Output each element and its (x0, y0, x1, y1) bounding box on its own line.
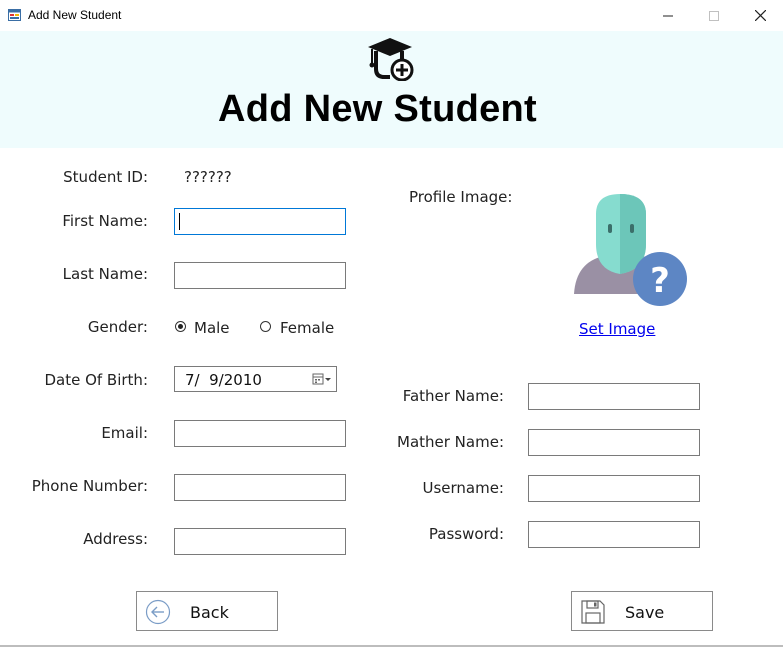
gender-female-label[interactable]: Female (280, 319, 334, 337)
back-button-label: Back (190, 603, 229, 622)
password-label: Password: (428, 525, 504, 543)
save-button[interactable]: Save (571, 591, 713, 631)
date-of-birth-picker[interactable]: 7/ 9/2010 (174, 366, 337, 392)
mother-name-input[interactable] (528, 429, 700, 456)
father-name-input[interactable] (528, 383, 700, 410)
maximize-button[interactable] (691, 0, 737, 31)
close-button[interactable] (737, 0, 783, 31)
gender-label: Gender: (87, 318, 148, 336)
gender-male-radio[interactable] (175, 321, 186, 332)
email-input[interactable] (174, 420, 346, 447)
address-input[interactable] (174, 528, 346, 555)
address-label: Address: (83, 530, 148, 548)
phone-number-input[interactable] (174, 474, 346, 501)
arrow-left-circle-icon (145, 599, 171, 625)
title-bar: Add New Student (0, 0, 783, 31)
close-icon (754, 9, 766, 22)
gender-female-radio[interactable] (260, 321, 271, 332)
page-title: Add New Student (217, 88, 538, 130)
password-input[interactable] (528, 521, 700, 548)
set-image-link[interactable]: Set Image (579, 320, 655, 338)
username-label: Username: (422, 479, 504, 497)
student-id-value: ?????? (184, 168, 232, 186)
save-button-label: Save (625, 603, 665, 622)
date-of-birth-value: 7/ 9/2010 (185, 371, 262, 389)
floppy-disk-icon (581, 600, 605, 624)
student-id-label: Student ID: (63, 168, 148, 186)
maximize-icon (709, 10, 719, 21)
phone-number-label: Phone Number: (31, 477, 148, 495)
date-of-birth-label: Date Of Birth: (44, 371, 148, 389)
gender-male-label[interactable]: Male (194, 319, 230, 337)
minimize-icon (663, 15, 673, 16)
calendar-dropdown-icon[interactable] (312, 373, 332, 385)
unknown-user-icon: ? (574, 194, 687, 306)
first-name-label: First Name: (62, 212, 148, 230)
mother-name-label: Mather Name: (397, 433, 504, 451)
form-app-icon (8, 9, 21, 21)
minimize-button[interactable] (645, 0, 691, 31)
first-name-input[interactable] (174, 208, 346, 235)
text-caret (179, 213, 180, 230)
back-button[interactable]: Back (136, 591, 278, 631)
father-name-label: Father Name: (402, 387, 504, 405)
last-name-input[interactable] (174, 262, 346, 289)
graduation-cap-add-icon (368, 38, 414, 81)
profile-image-label: Profile Image: (409, 188, 513, 206)
username-input[interactable] (528, 475, 700, 502)
email-label: Email: (101, 424, 148, 442)
window-title: Add New Student (28, 8, 122, 22)
last-name-label: Last Name: (62, 265, 148, 283)
svg-text:?: ? (650, 261, 670, 301)
